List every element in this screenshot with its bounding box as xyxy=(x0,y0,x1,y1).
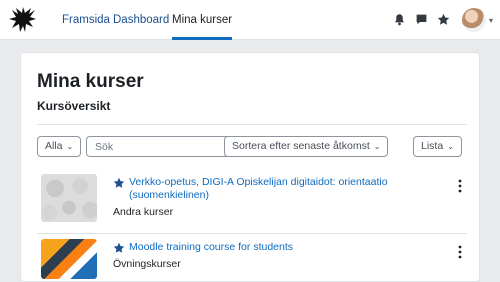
chat-icon[interactable] xyxy=(415,13,428,26)
view-dropdown[interactable]: Lista ⌄ xyxy=(413,136,462,157)
view-value: Lista xyxy=(421,140,444,152)
nav-link-dashboard[interactable]: Dashboard xyxy=(113,0,169,39)
grouping-value: Alla xyxy=(45,140,63,152)
bell-icon[interactable] xyxy=(393,13,406,26)
user-avatar[interactable] xyxy=(462,8,486,32)
sort-value: Sortera efter senaste åtkomst xyxy=(232,140,370,152)
row-divider xyxy=(37,233,467,234)
starred-icon xyxy=(113,242,125,253)
my-courses-card: Mina kurser Kursöversikt Alla⌄ Sortera e… xyxy=(20,52,480,282)
sort-dropdown[interactable]: Sortera efter senaste åtkomst ⌄ xyxy=(224,136,389,157)
nav-link-my-courses[interactable]: Mina kurser xyxy=(172,0,233,40)
grouping-dropdown[interactable]: Alla ⌄ xyxy=(37,136,82,157)
course-list-item: Verkko-opetus, DIGI-A Opiskelijan digita… xyxy=(37,174,467,230)
course-title-link[interactable]: Verkko-opetus, DIGI-A Opiskelijan digita… xyxy=(129,176,429,202)
starred-icon xyxy=(113,177,125,188)
chevron-down-icon: ⌄ xyxy=(66,142,74,151)
chevron-down-icon[interactable]: ▾ xyxy=(489,16,493,25)
section-title: Kursöversikt xyxy=(37,99,111,113)
course-image[interactable] xyxy=(41,239,97,279)
chevron-down-icon: ⌄ xyxy=(447,142,454,151)
university-logo[interactable] xyxy=(6,4,40,36)
course-image[interactable] xyxy=(41,174,97,222)
star-icon[interactable] xyxy=(437,13,450,26)
top-navbar: Framsida Dashboard Mina kurser ▾ xyxy=(0,0,500,40)
divider xyxy=(37,124,467,125)
more-actions-icon[interactable] xyxy=(455,179,465,193)
course-title-link[interactable]: Moodle training course for students xyxy=(129,241,429,254)
course-category: Andra kurser xyxy=(113,206,174,218)
course-list-item: Moodle training course for students Övni… xyxy=(37,239,467,279)
page-title: Mina kurser xyxy=(37,71,144,92)
course-category: Övningskurser xyxy=(113,258,181,270)
more-actions-icon[interactable] xyxy=(455,245,465,259)
chevron-down-icon: ⌄ xyxy=(373,142,381,151)
search-input[interactable] xyxy=(86,136,244,157)
nav-link-home[interactable]: Framsida xyxy=(62,0,110,39)
